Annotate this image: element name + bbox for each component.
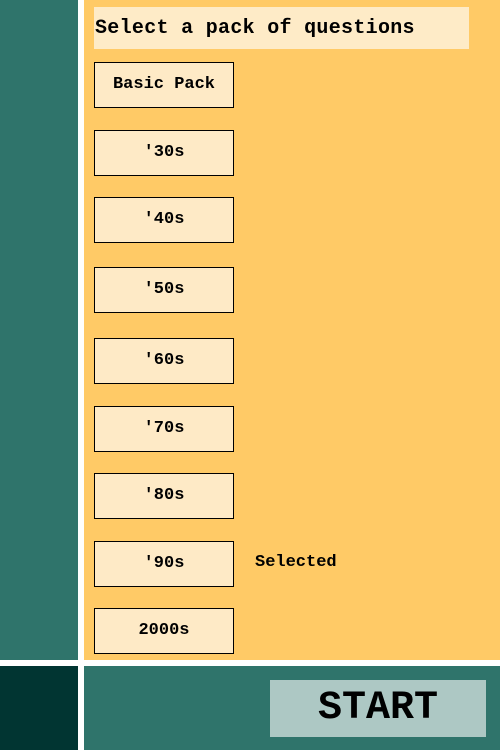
bottom-left-block	[0, 666, 78, 750]
left-sidebar	[0, 0, 78, 660]
page-title: Select a pack of questions	[94, 7, 469, 49]
pack-button-60s[interactable]: '60s	[94, 338, 234, 384]
pack-button-basic[interactable]: Basic Pack	[94, 62, 234, 108]
selected-indicator: Selected	[255, 553, 337, 572]
pack-button-30s[interactable]: '30s	[94, 130, 234, 176]
pack-button-40s[interactable]: '40s	[94, 197, 234, 243]
start-button[interactable]: START	[270, 680, 486, 737]
pack-button-90s[interactable]: '90s	[94, 541, 234, 587]
pack-button-80s[interactable]: '80s	[94, 473, 234, 519]
pack-button-70s[interactable]: '70s	[94, 406, 234, 452]
pack-button-50s[interactable]: '50s	[94, 267, 234, 313]
pack-button-2000s[interactable]: 2000s	[94, 608, 234, 654]
